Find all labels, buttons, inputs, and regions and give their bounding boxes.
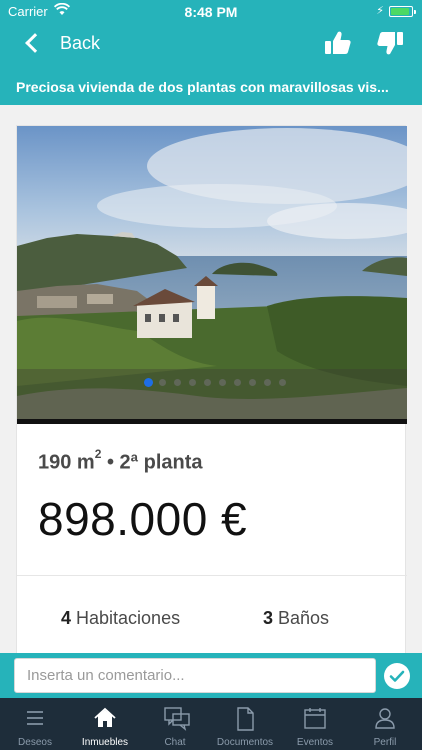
- listing-specs: 190 m2 • 2ª planta: [38, 447, 203, 475]
- area-unit-exponent: 2: [94, 447, 102, 461]
- rooms-feature: 4 Habitaciones: [61, 608, 180, 629]
- tab-label: Deseos: [18, 737, 52, 748]
- listing-content[interactable]: 190 m2 • 2ª planta 898.000 € 4 Habitacion…: [0, 105, 422, 653]
- check-icon: [389, 670, 405, 682]
- area-value: 190 m: [38, 451, 95, 474]
- calendar-icon: [304, 708, 326, 729]
- carousel-dot[interactable]: [204, 379, 211, 386]
- listing-card: 190 m2 • 2ª planta 898.000 € 4 Habitacion…: [16, 125, 407, 653]
- back-button[interactable]: Back: [22, 28, 100, 58]
- floor-label: • 2ª planta: [101, 451, 203, 474]
- tab-deseos[interactable]: Deseos: [0, 698, 70, 750]
- carousel-dot[interactable]: [159, 379, 166, 386]
- tab-bar: Deseos Inmuebles Chat Documentos Eventos…: [0, 698, 422, 750]
- carousel-dot[interactable]: [264, 379, 271, 386]
- top-bar: Carrier 8:48 PM ⚡ Back: [0, 0, 422, 75]
- listing-title: Preciosa vivienda de dos plantas con mar…: [16, 79, 389, 95]
- chevron-left-icon: [25, 33, 45, 53]
- navigation-bar: Back: [0, 22, 422, 75]
- back-label: Back: [60, 32, 101, 53]
- app: Carrier 8:48 PM ⚡ Back Preciosa vivienda…: [0, 0, 422, 750]
- carousel-dot[interactable]: [234, 379, 241, 386]
- rooms-label: Habitaciones: [76, 608, 181, 628]
- listing-info: 190 m2 • 2ª planta 898.000 €: [17, 424, 407, 584]
- list-icon: [27, 711, 43, 725]
- listing-price: 898.000 €: [38, 493, 248, 545]
- thumbs-up-icon[interactable]: [323, 28, 353, 58]
- tab-label: Chat: [164, 737, 186, 748]
- carousel-dot[interactable]: [219, 379, 226, 386]
- carousel-dot[interactable]: [189, 379, 196, 386]
- person-icon: [375, 708, 395, 729]
- listing-features: 4 Habitaciones 3 Baños: [17, 584, 405, 653]
- baths-label: Baños: [278, 608, 330, 628]
- baths-feature: 3 Baños: [263, 608, 329, 629]
- carousel-dot[interactable]: [174, 379, 181, 386]
- carousel-dot[interactable]: [279, 379, 286, 386]
- battery-fill: [391, 8, 409, 15]
- clock: 8:48 PM: [184, 4, 238, 20]
- battery-icon: [389, 6, 416, 17]
- chat-icon: [164, 707, 190, 731]
- photo-carousel[interactable]: [17, 126, 407, 424]
- tab-perfil[interactable]: Perfil: [350, 698, 420, 750]
- house-icon: [94, 707, 116, 727]
- tab-inmuebles[interactable]: Inmuebles: [70, 698, 140, 750]
- listing-title-bar: Preciosa vivienda de dos plantas con mar…: [0, 75, 422, 105]
- tab-eventos[interactable]: Eventos: [280, 698, 350, 750]
- tab-label: Eventos: [296, 737, 334, 748]
- tab-label: Inmuebles: [81, 737, 129, 748]
- baths-count: 3: [263, 608, 274, 628]
- tab-chat[interactable]: Chat: [140, 698, 210, 750]
- tab-label: Perfil: [373, 737, 397, 748]
- comment-bar: [0, 653, 422, 698]
- carousel-dot-active[interactable]: [144, 378, 153, 387]
- status-bar: Carrier 8:48 PM ⚡: [0, 0, 422, 22]
- carousel-dot[interactable]: [249, 379, 256, 386]
- document-icon: [237, 707, 254, 731]
- thumbs-down-icon[interactable]: [375, 28, 405, 58]
- send-check-button[interactable]: [384, 663, 410, 689]
- charging-icon: ⚡: [376, 5, 384, 17]
- divider: [17, 575, 407, 576]
- tab-documentos[interactable]: Documentos: [210, 698, 280, 750]
- tab-label: Documentos: [216, 737, 274, 748]
- rooms-count: 4: [61, 608, 72, 628]
- carousel-dots[interactable]: [17, 375, 407, 391]
- comment-input[interactable]: [14, 658, 376, 693]
